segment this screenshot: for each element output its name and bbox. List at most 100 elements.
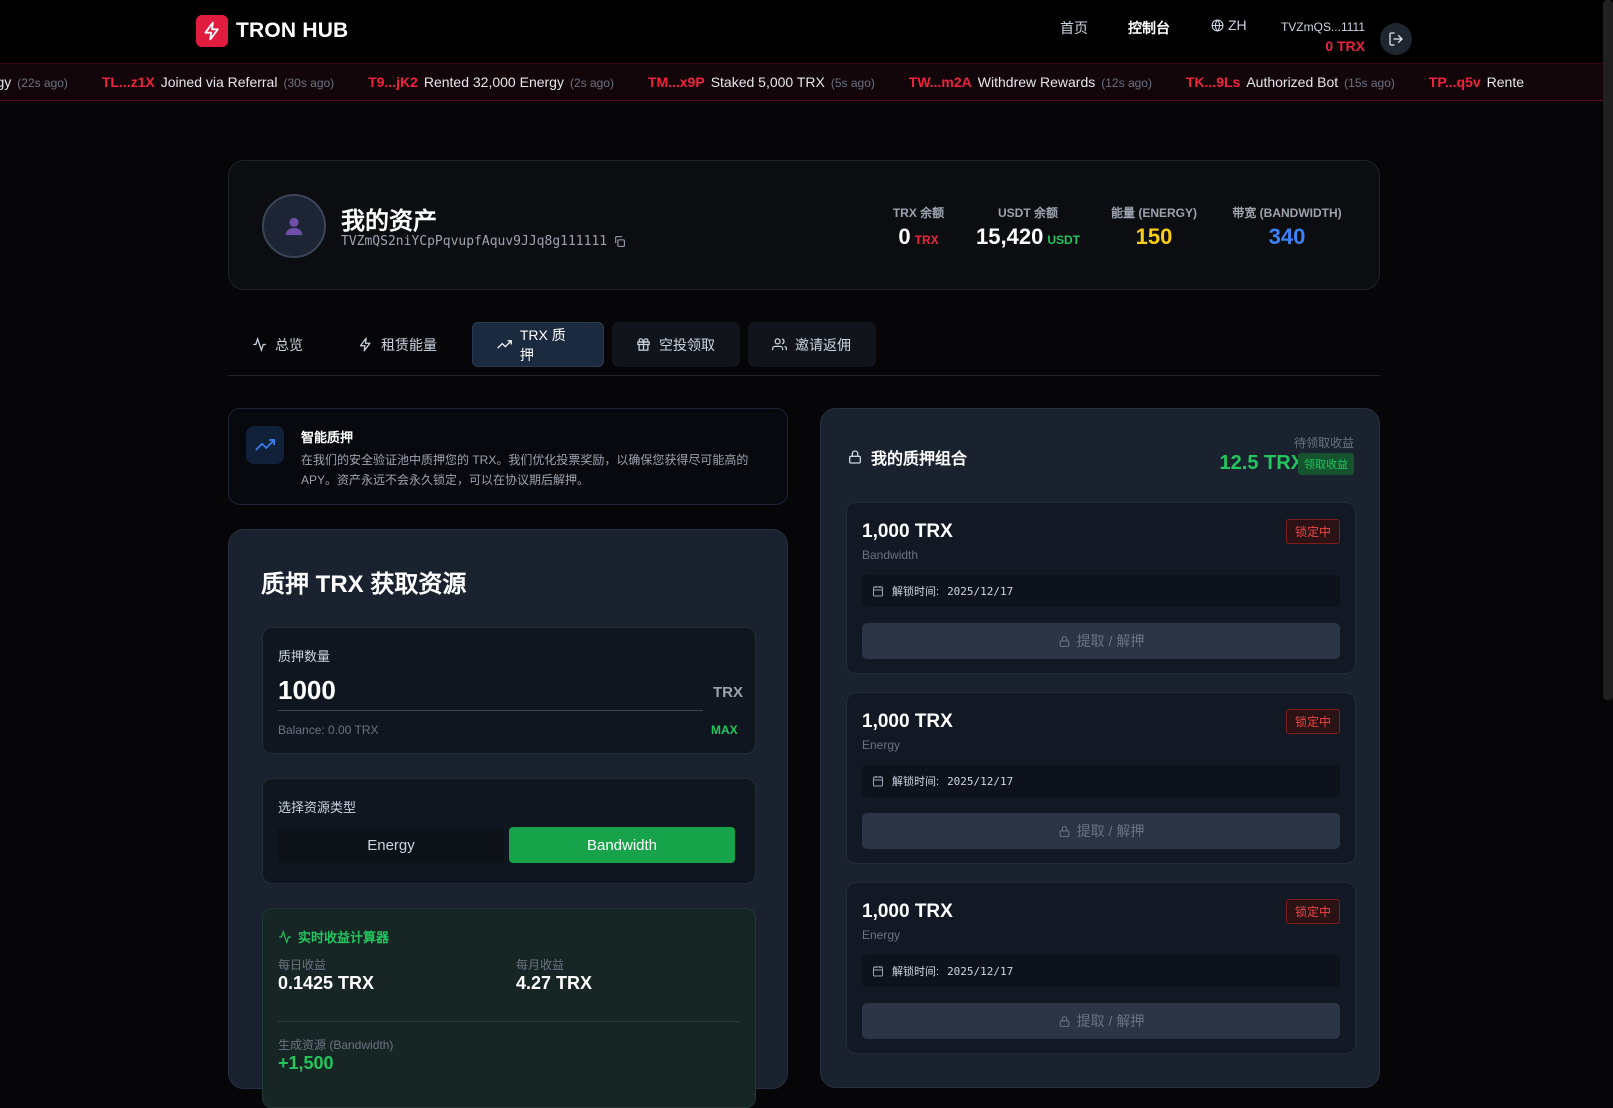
stat-energy: 能量 (ENERGY) 150	[1109, 204, 1199, 250]
language-switcher[interactable]: ZH	[1211, 17, 1247, 33]
ticker-item: T9...jK2 Rented 32,000 Energy (2s ago)	[368, 74, 614, 90]
position-amount: 1,000 TRX	[862, 521, 953, 542]
ticker-message: Rente	[1486, 74, 1525, 90]
position-type: Bandwidth	[862, 548, 919, 562]
withdraw-button[interactable]: 提取 / 解押	[862, 813, 1340, 849]
ticker-address: TP...q5v	[1428, 74, 1481, 90]
ticker-message: Joined via Referral	[160, 74, 278, 90]
ticker-time: (5s ago)	[830, 76, 875, 90]
tab-rent-energy[interactable]: 租赁能量	[334, 322, 461, 367]
stat-value: 340	[1268, 224, 1306, 249]
page-scrollbar[interactable]	[1603, 0, 1613, 700]
max-button[interactable]: MAX	[711, 723, 738, 737]
resource-type-label: 选择资源类型	[278, 800, 357, 815]
position-amount: 1,000 TRX	[862, 901, 953, 922]
bolt-icon	[196, 15, 228, 47]
calendar-icon	[873, 966, 883, 977]
ticker-address: TK...9Ls	[1185, 74, 1241, 90]
stat-label: USDT 余额	[997, 206, 1058, 220]
lock-icon	[1059, 1015, 1070, 1027]
stat-value: 0	[898, 224, 911, 249]
amount-label: 质押数量	[278, 649, 331, 664]
unlock-date: 2025/12/17	[947, 584, 1014, 598]
assets-card: 我的资产 TVZmQS2niYCpPqvupfAquv9JJq8g111111 …	[228, 160, 1380, 290]
globe-icon	[1211, 19, 1224, 31]
trending-up-icon	[246, 426, 284, 464]
withdraw-button[interactable]: 提取 / 解押	[862, 1003, 1340, 1039]
zap-icon	[359, 337, 371, 352]
ticker-message: Staked 5,000 TRX	[710, 74, 825, 90]
pending-value: 12.5 TRX	[1219, 452, 1304, 474]
ticker-time: (2s ago)	[569, 76, 614, 90]
logout-button[interactable]	[1380, 23, 1412, 55]
stat-usdt-balance: USDT 余额 15,420 USDT	[973, 204, 1083, 250]
trending-up-icon	[497, 340, 512, 349]
avatar	[262, 194, 326, 258]
generated-value: +1,500	[278, 1053, 334, 1073]
tab-label: 总览	[275, 336, 303, 353]
withdraw-label: 提取 / 解押	[1076, 1013, 1145, 1029]
tab-overview[interactable]: 总览	[228, 322, 327, 367]
option-bandwidth[interactable]: Bandwidth	[509, 827, 735, 863]
tab-referral[interactable]: 邀请返佣	[748, 322, 876, 367]
tab-trx-stake[interactable]: TRX 质押	[472, 322, 604, 367]
assets-title: 我的资产	[341, 208, 437, 235]
calculator-title-text: 实时收益计算器	[298, 930, 390, 945]
ticker-item: TM...x9P Staked 5,000 TRX (5s ago)	[648, 74, 875, 90]
amount-unit: TRX	[713, 684, 743, 701]
ticker-address: T9...jK2	[368, 74, 418, 90]
activity-ticker: ergy (22s ago) TL...z1X Joined via Referra…	[0, 64, 1613, 101]
gift-icon	[637, 338, 650, 351]
amount-input[interactable]	[278, 670, 703, 711]
brand-logo[interactable]: TRON HUB	[196, 15, 348, 47]
calendar-icon	[873, 776, 883, 787]
ticker-time: (12s ago)	[1101, 76, 1152, 90]
ticker-item: TL...z1X Joined via Referral (30s ago)	[102, 74, 334, 90]
language-label: ZH	[1228, 17, 1247, 33]
ticker-address: TM...x9P	[647, 74, 705, 90]
unlock-label: 解锁时间:	[892, 776, 940, 788]
stat-label: 能量 (ENERGY)	[1110, 206, 1197, 220]
ticker-item: TW...m2A Withdrew Rewards (12s ago)	[909, 74, 1152, 90]
tab-label: 租赁能量	[381, 336, 437, 353]
stake-form-card: 质押 TRX 获取资源 质押数量 TRX Balance: 0.00 TRX M…	[228, 529, 788, 1108]
calculator-title: 实时收益计算器	[278, 927, 389, 946]
nav-home[interactable]: 首页	[1060, 18, 1088, 38]
stake-position: 1,000 TRX Bandwidth 锁定中 解锁时间: 2025/12/17…	[846, 502, 1356, 674]
ticker-time: (22s ago)	[17, 76, 68, 90]
monthly-label: 每月收益	[516, 958, 565, 972]
monthly-value: 4.27 TRX	[516, 973, 593, 993]
claim-rewards-button[interactable]: 领取收益	[1298, 453, 1354, 475]
unlock-date: 2025/12/17	[947, 774, 1014, 788]
stake-position: 1,000 TRX Energy 锁定中 解锁时间: 2025/12/17 提取…	[846, 882, 1356, 1054]
resource-type-selector: 选择资源类型 Energy Bandwidth	[262, 778, 756, 884]
nav-dashboard[interactable]: 控制台	[1128, 18, 1170, 38]
ticker-address: TL...z1X	[101, 74, 155, 90]
activity-icon	[253, 337, 266, 352]
dashboard-tabs: 总览 租赁能量 TRX 质押 空投领取 邀请返佣	[228, 322, 1380, 376]
users-icon	[772, 338, 787, 351]
option-energy[interactable]: Energy	[278, 827, 504, 863]
status-badge: 锁定中	[1285, 899, 1340, 924]
status-badge: 锁定中	[1285, 709, 1340, 734]
position-type: Energy	[862, 738, 901, 752]
stat-value: 150	[1135, 224, 1173, 249]
logout-icon	[1389, 32, 1403, 46]
top-navbar: TRON HUB 首页 控制台 ZH TVZmQS...1111 0 TRX	[0, 0, 1613, 64]
unlock-time: 解锁时间: 2025/12/17	[862, 955, 1340, 987]
wallet-address: TVZmQS...1111	[1280, 20, 1365, 34]
ticker-time: (15s ago)	[1344, 76, 1395, 90]
copy-icon[interactable]	[613, 235, 626, 248]
info-text: 在我们的安全验证池中质押您的 TRX。我们优化投票奖励，以确保您获得尽可能高的 …	[301, 453, 749, 487]
divider	[278, 1021, 740, 1022]
brand-name: TRON HUB	[236, 19, 349, 42]
portfolio-title-text: 我的质押组合	[871, 451, 968, 468]
info-title: 智能质押	[301, 430, 354, 445]
tab-airdrop[interactable]: 空投领取	[612, 322, 740, 367]
withdraw-button[interactable]: 提取 / 解押	[862, 623, 1340, 659]
status-badge: 锁定中	[1285, 519, 1340, 544]
ticker-time: (30s ago)	[283, 76, 335, 90]
unlock-time: 解锁时间: 2025/12/17	[862, 765, 1340, 797]
stake-amount-field: 质押数量 TRX Balance: 0.00 TRX MAX	[262, 627, 756, 754]
unlock-date: 2025/12/17	[947, 964, 1014, 978]
